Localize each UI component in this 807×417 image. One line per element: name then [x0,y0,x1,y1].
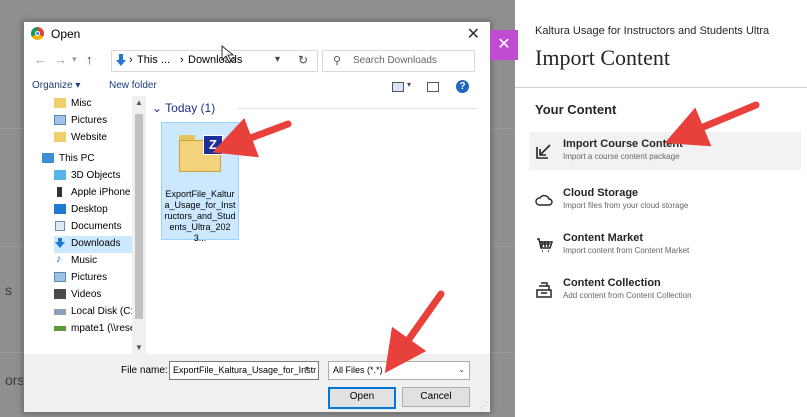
close-icon: ✕ [497,36,511,53]
search-placeholder: Search Downloads [353,55,437,66]
search-input[interactable]: ⚲ Search Downloads [322,50,475,72]
panel-subtitle: Kaltura Usage for Instructors and Studen… [535,25,770,37]
nav-item-local-disk[interactable]: Local Disk (C:) [54,304,137,321]
nav-item-desktop[interactable]: Desktop [54,202,132,219]
nav-item-music[interactable]: ♪ Music [54,253,132,270]
view-options-icon[interactable] [392,82,404,92]
address-dropdown-icon[interactable]: ▾ [275,54,280,65]
import-icon [536,144,551,159]
collapse-icon: ⌄ [152,101,166,115]
panel-title: Import Content [535,45,671,70]
dialog-toolbar: Organize ▾ New folder ▾ ? [24,77,490,97]
search-icon: ⚲ [333,55,342,67]
help-icon[interactable]: ? [456,80,469,93]
nav-item-pictures[interactable]: Pictures [54,113,132,130]
panel-divider [515,87,807,88]
section-title: Your Content [535,102,617,117]
preview-pane-icon[interactable] [427,82,439,92]
desktop-icon [54,204,66,214]
videos-icon [54,289,66,299]
navigation-pane: Misc Pictures Website This PC 3D Objects… [24,96,146,354]
open-file-dialog: Open ✕ ← → ▾ ↑ › This ... › Downloads › … [23,21,491,413]
3d-objects-icon [54,170,66,180]
group-header-today[interactable]: ⌄ Today (1) [152,101,215,115]
file-name-label: File name: [121,365,168,376]
file-item[interactable]: Z ExportFile_Kaltura_Usage_for_Instructo… [161,122,239,243]
view-dropdown-icon[interactable]: ▾ [407,80,411,89]
breadcrumb-this-pc[interactable]: This ... [137,54,170,66]
scrollbar-thumb[interactable] [135,114,143,319]
file-name: ExportFile_Kaltura_Usage_for_Instructors… [164,189,236,243]
market-icon [537,238,553,252]
nav-item-website[interactable]: Website [54,130,132,147]
address-row: ← → ▾ ↑ › This ... › Downloads › ▾ ↻ ⚲ S… [24,48,490,74]
navigation-scrollbar[interactable]: ▲ ▼ [132,96,146,354]
group-divider [237,108,477,109]
file-list: ⌄ Today (1) Z ExportFile_Kaltura_Usage_f… [147,96,490,354]
dialog-footer: File name: ExportFile_Kaltura_Usage_for_… [24,354,490,412]
disk-icon [54,309,66,315]
close-icon[interactable]: ✕ [467,24,480,44]
chevron-down-icon: ⌄ [458,365,465,374]
breadcrumb-separator: › [180,54,184,66]
nav-item-this-pc[interactable]: This PC [42,151,132,168]
pictures-icon [54,115,66,125]
recent-locations-icon[interactable]: ▾ [72,54,77,65]
breadcrumb-separator: › [129,54,133,66]
content-collection-option[interactable]: Content Collection Add content from Cont… [529,271,801,309]
folder-icon [54,98,66,108]
back-icon[interactable]: ← [34,52,47,67]
network-drive-icon [54,326,66,331]
nav-item-downloads[interactable]: Downloads [54,236,132,253]
import-course-content-option[interactable]: Import Course Content Import a course co… [529,132,801,170]
breadcrumb-separator: › [232,54,236,65]
forward-icon[interactable]: → [54,52,67,67]
nav-item-3d-objects[interactable]: 3D Objects [54,168,132,185]
collection-icon [536,282,552,298]
refresh-icon[interactable]: ↻ [298,53,308,67]
dialog-title: Open [51,27,81,41]
nav-item-misc[interactable]: Misc [54,96,132,113]
organize-button[interactable]: Organize ▾ [32,80,80,91]
file-type-select[interactable]: All Files (*.*) ⌄ [328,361,470,380]
downloads-icon [116,54,126,66]
file-name-input[interactable]: ExportFile_Kaltura_Usage_for_Instr [169,361,319,380]
open-button[interactable]: Open [328,387,396,409]
chrome-icon [31,27,44,40]
resize-grip-icon[interactable]: ⋰ [480,401,488,410]
panel-close-button[interactable]: ✕ [490,30,518,60]
phone-icon [57,187,62,197]
nav-item-documents[interactable]: Documents [54,219,132,236]
nav-item-pictures-pc[interactable]: Pictures [54,270,132,287]
cancel-button[interactable]: Cancel [402,387,470,407]
scroll-up-icon[interactable]: ▲ [135,98,143,107]
cloud-storage-option[interactable]: Cloud Storage Import files from your clo… [529,181,801,219]
nav-item-apple-iphone[interactable]: Apple iPhone [54,185,132,202]
content-market-option[interactable]: Content Market Import content from Conte… [529,226,801,264]
pictures-icon [54,272,66,282]
music-icon: ♪ [56,253,62,265]
nav-item-network-drive[interactable]: mpate1 (\\reser [54,321,132,338]
address-bar[interactable]: › This ... › Downloads › ▾ ↻ [111,50,318,72]
up-icon[interactable]: ↑ [86,52,93,67]
new-folder-button[interactable]: New folder [109,80,157,91]
nav-item-videos[interactable]: Videos [54,287,132,304]
folder-icon [54,132,66,142]
background-text: ors [5,372,25,388]
cloud-icon [535,194,553,206]
pc-icon [42,153,54,163]
documents-icon [55,221,65,231]
background-text: s [5,282,12,298]
dialog-titlebar: Open ✕ [24,22,490,46]
zip-folder-icon: Z [179,135,223,173]
file-name-dropdown-icon[interactable]: ▾ [305,364,309,373]
downloads-icon [55,238,65,248]
scroll-down-icon[interactable]: ▼ [135,343,143,352]
